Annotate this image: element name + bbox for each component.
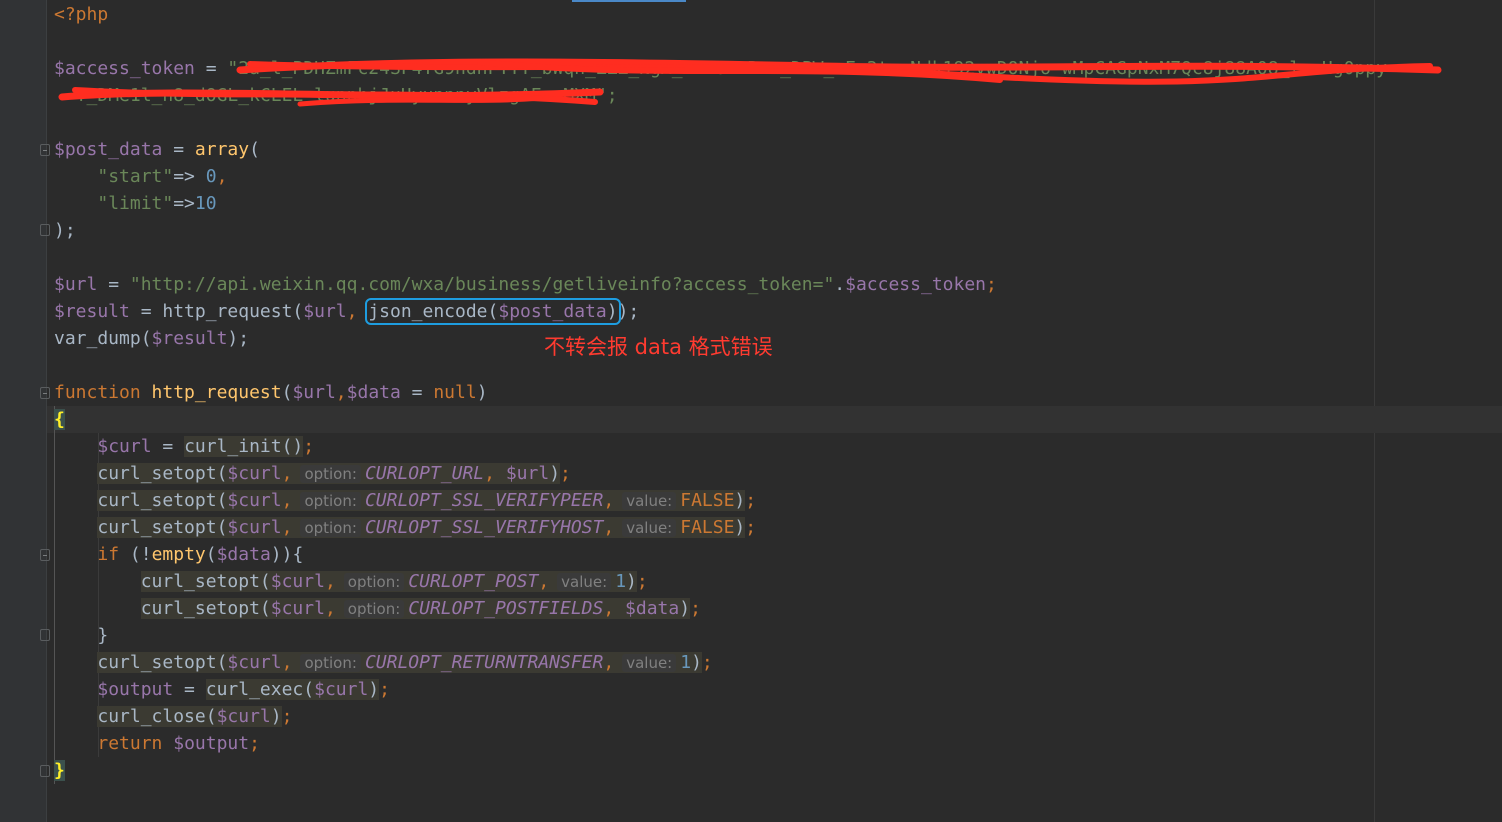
redaction-scribble bbox=[58, 58, 1442, 107]
scribble-stroke bbox=[297, 95, 543, 107]
